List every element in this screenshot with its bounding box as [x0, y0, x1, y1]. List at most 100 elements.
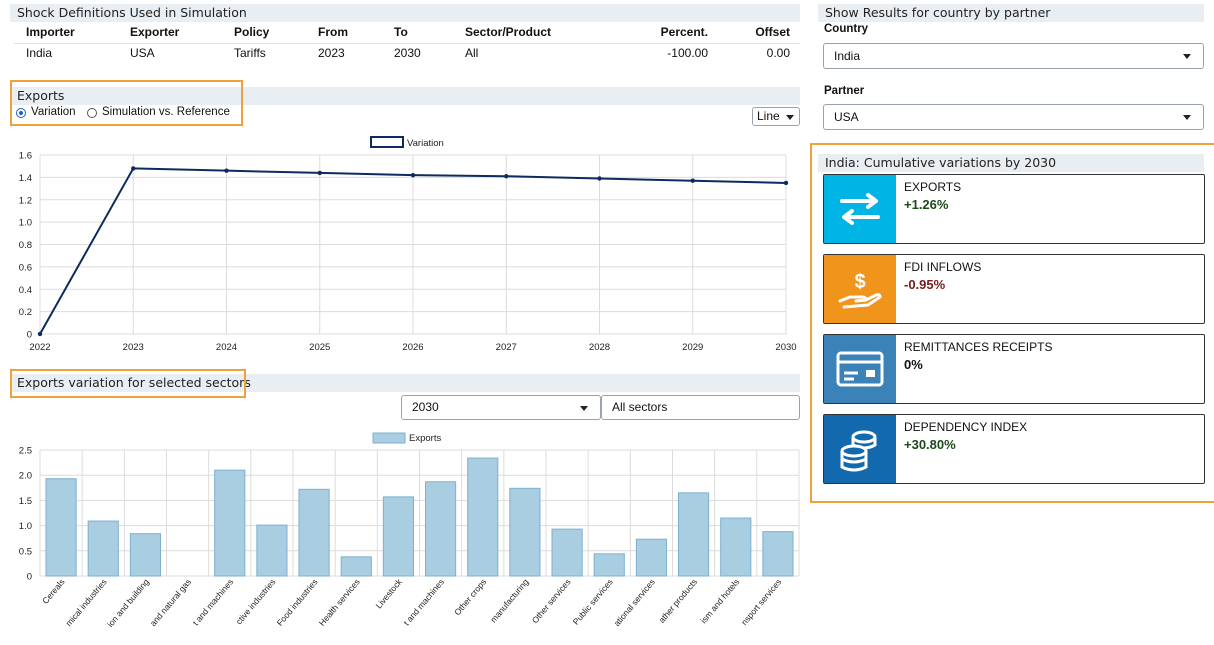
cell-policy: Tariffs	[234, 46, 266, 60]
x-tick-label: mical industries	[63, 577, 108, 628]
y-tick-label: 1.0	[19, 521, 32, 532]
variation-data-point	[783, 180, 789, 186]
x-tick-label: 2030	[775, 342, 796, 350]
fdi-card-title: FDI INFLOWS	[904, 260, 982, 274]
simulation-radio[interactable]	[87, 108, 97, 118]
x-tick-label: Health services	[317, 577, 362, 628]
dependency-card-title: DEPENDENCY INDEX	[904, 420, 1028, 434]
exports-bar	[635, 538, 667, 577]
x-tick-label: ather products	[657, 577, 700, 625]
hand-dollar-icon: $	[838, 271, 882, 309]
chevron-down-icon	[1183, 115, 1191, 120]
x-tick-label: t and machines	[401, 577, 446, 628]
country-label: Country	[824, 23, 869, 35]
variation-radio[interactable]	[16, 108, 26, 118]
y-tick-label: 0.8	[19, 240, 32, 251]
x-tick-label: t and machines	[191, 577, 236, 628]
x-tick-label: Other crops	[452, 577, 488, 617]
x-tick-label: 2024	[216, 342, 237, 350]
exports-bar	[551, 528, 583, 577]
y-tick-label: 1.2	[19, 195, 32, 206]
exports-icon-tile	[824, 175, 896, 243]
legend-swatch	[372, 432, 406, 444]
variation-radio-label[interactable]: Variation	[31, 106, 76, 118]
variation-data-point	[131, 166, 136, 171]
shock-table: Importer Exporter Policy From To Sector/…	[0, 0, 800, 70]
exports-card-value: +1.26%	[904, 197, 949, 212]
x-tick-label: 2023	[123, 342, 144, 350]
legend-swatch	[370, 136, 404, 148]
x-tick-label: Cereals	[40, 577, 66, 606]
x-tick-label: 2028	[589, 342, 610, 350]
partner-select-value: USA	[834, 110, 859, 124]
sectors-bar-chart: 00.51.01.52.02.5Cerealsmical industriesi…	[19, 432, 800, 629]
remittances-card-title: REMITTANCES RECEIPTS	[904, 340, 1053, 354]
svg-text:$: $	[854, 271, 865, 293]
cell-sector: All	[465, 46, 479, 60]
y-tick-label: 0.4	[19, 285, 32, 296]
summary-title: India: Cumulative variations by 2030	[818, 154, 1204, 172]
exports-bar	[129, 533, 161, 577]
header-importer: Importer	[26, 25, 75, 39]
sectors-highlight-box	[10, 369, 246, 398]
year-select[interactable]: 2030	[401, 395, 601, 420]
exports-bar	[467, 457, 499, 577]
x-tick-label: Public services	[571, 577, 615, 627]
country-select-value: India	[834, 49, 861, 63]
y-tick-label: 0.2	[19, 307, 32, 318]
header-exporter: Exporter	[130, 25, 180, 39]
variation-data-point	[410, 172, 416, 178]
table-divider	[14, 43, 800, 44]
exports-bar	[382, 496, 415, 577]
dependency-icon-tile	[824, 415, 896, 483]
exports-bar	[593, 553, 625, 577]
x-tick-label: ism and hotels	[698, 577, 741, 625]
exports-bar	[678, 492, 710, 577]
chart-type-select[interactable]: Line	[752, 107, 800, 126]
simulation-radio-label[interactable]: Simulation vs. Reference	[102, 106, 230, 118]
sector-filter-value: All sectors	[612, 400, 668, 414]
y-tick-label: 1.6	[19, 151, 32, 162]
country-select[interactable]: India	[823, 43, 1204, 69]
exports-bar	[214, 469, 246, 577]
x-tick-label: 2022	[29, 342, 50, 350]
exports-highlight-box	[10, 80, 243, 126]
cell-from: 2023	[318, 46, 345, 60]
remittances-card-value: 0%	[904, 357, 923, 372]
y-tick-label: 1.5	[19, 496, 32, 507]
x-tick-label: ational services	[612, 577, 657, 628]
exports-bar	[298, 488, 330, 577]
exports-line-chart: 0 0.2 0.4 0.6 0.8 1.0 1.2 1.4 1.6 2022 2023 2024 202…	[19, 136, 797, 350]
exports-card-title: EXPORTS	[904, 180, 962, 194]
exports-bar	[720, 517, 752, 577]
results-title: Show Results for country by partner	[818, 4, 1204, 22]
y-tick-label: 2.0	[19, 471, 32, 482]
remittances-card: REMITTANCES RECEIPTS 0%	[823, 334, 1205, 404]
header-policy: Policy	[234, 25, 270, 39]
y-tick-label: 2.5	[19, 446, 32, 457]
cell-to: 2030	[394, 46, 421, 60]
exports-bar	[762, 531, 794, 577]
credit-card-icon	[836, 351, 884, 387]
x-tick-label: 2027	[496, 342, 517, 350]
header-offset: Offset	[755, 25, 790, 39]
variation-data-point	[37, 331, 43, 337]
partner-select[interactable]: USA	[823, 104, 1204, 130]
sector-filter-input[interactable]: All sectors	[601, 395, 800, 420]
dependency-card: DEPENDENCY INDEX +30.80%	[823, 414, 1205, 484]
legend-label: Variation	[407, 138, 444, 149]
exports-bar	[87, 520, 119, 577]
header-sector: Sector/Product	[465, 25, 552, 39]
chevron-down-icon	[1183, 54, 1191, 59]
x-tick-label: ctive industries	[234, 577, 278, 626]
x-tick-label: Food industries	[275, 577, 320, 628]
header-to: To	[394, 25, 408, 39]
remittances-icon-tile	[824, 335, 896, 403]
variation-data-point	[597, 176, 602, 181]
chevron-down-icon	[580, 405, 588, 411]
dependency-card-value: +30.80%	[904, 437, 956, 452]
y-tick-label: 1.0	[19, 218, 32, 229]
header-percent: Percent.	[660, 25, 708, 39]
fdi-card: $ FDI INFLOWS -0.95%	[823, 254, 1205, 324]
partner-label: Partner	[824, 85, 865, 97]
